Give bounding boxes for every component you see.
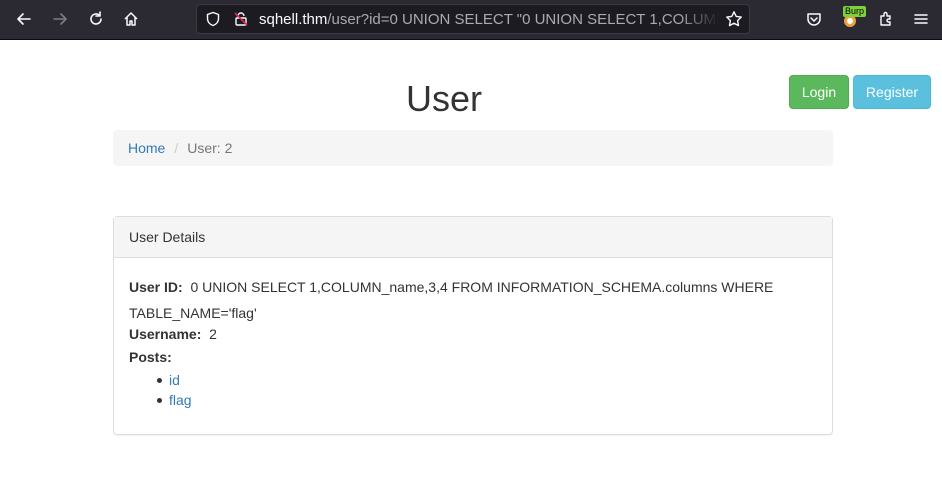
register-button[interactable]: Register <box>853 75 931 109</box>
page-title: User <box>405 78 482 119</box>
breadcrumb-separator: / <box>174 140 179 156</box>
back-icon[interactable] <box>11 6 37 32</box>
burp-badge: Burp <box>843 6 867 17</box>
extensions-icon[interactable] <box>873 6 899 32</box>
url-host: sqhell.thm <box>259 11 328 28</box>
panel-body: User ID: 0 UNION SELECT 1,COLUMN_name,3,… <box>114 258 832 410</box>
user-id-value: 0 UNION SELECT 1,COLUMN_name,3,4 FROM IN… <box>129 279 774 321</box>
home-icon[interactable] <box>118 6 144 32</box>
breadcrumb-current: User: 2 <box>187 140 233 156</box>
login-button[interactable]: Login <box>789 75 849 109</box>
user-details-panel: User Details User ID: 0 UNION SELECT 1,C… <box>113 216 833 435</box>
breadcrumb-home-link[interactable]: Home <box>128 140 165 156</box>
post-link-flag[interactable]: flag <box>157 390 817 410</box>
username-label: Username: <box>129 326 202 342</box>
insecure-lock-icon[interactable] <box>233 11 249 32</box>
username-value: 2 <box>209 326 217 342</box>
panel-heading: User Details <box>114 217 832 258</box>
url-text[interactable]: sqhell.thm/user?id=0 UNION SELECT "0 UNI… <box>259 11 719 28</box>
username-row: Username: 2 <box>129 326 817 342</box>
browser-toolbar: sqhell.thm/user?id=0 UNION SELECT "0 UNI… <box>0 0 942 40</box>
url-fade <box>679 5 719 33</box>
user-id-row: User ID: 0 UNION SELECT 1,COLUMN_name,3,… <box>129 274 817 326</box>
url-bar[interactable]: sqhell.thm/user?id=0 UNION SELECT "0 UNI… <box>196 4 750 34</box>
posts-list: id flag <box>129 370 817 410</box>
reload-icon[interactable] <box>83 6 109 32</box>
post-link-id[interactable]: id <box>157 370 817 390</box>
shield-icon[interactable] <box>205 11 221 32</box>
menu-icon[interactable] <box>908 6 934 32</box>
forward-icon[interactable] <box>47 6 73 32</box>
breadcrumb: Home / User: 2 <box>113 130 833 166</box>
bookmark-star-icon[interactable] <box>725 10 743 33</box>
user-id-label: User ID: <box>129 279 183 295</box>
posts-label: Posts: <box>129 349 172 365</box>
url-path: /user?id=0 UNION SELECT "0 UNION SELECT … <box>327 11 719 28</box>
pocket-icon[interactable] <box>801 6 827 32</box>
posts-row: Posts: <box>129 344 817 370</box>
